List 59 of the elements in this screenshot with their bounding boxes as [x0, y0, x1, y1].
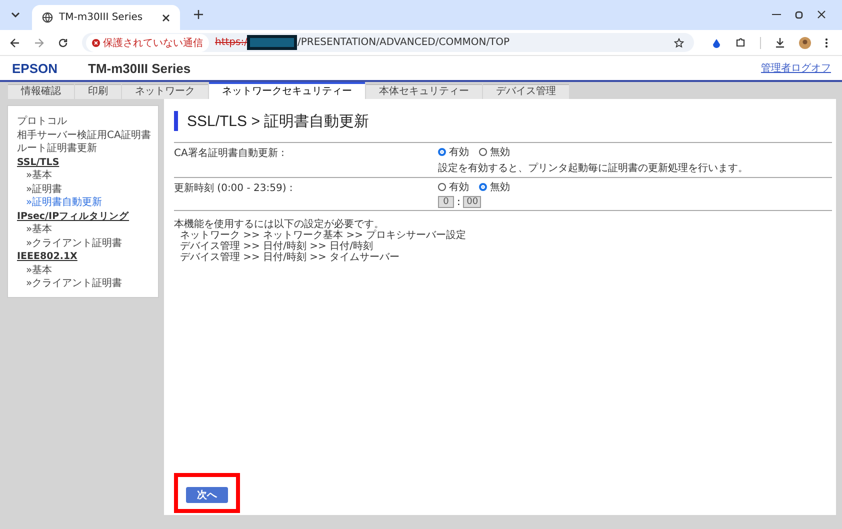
- forward-icon[interactable]: [34, 38, 44, 48]
- sidebar-heading[interactable]: IEEE802.1X: [17, 250, 158, 264]
- sidebar-link[interactable]: »クライアント証明書: [17, 277, 158, 290]
- sidebar-link[interactable]: »基本: [17, 169, 158, 182]
- nav-tab[interactable]: 印刷: [75, 84, 121, 99]
- sidebar-link[interactable]: »基本: [17, 264, 158, 277]
- time-separator: :: [457, 196, 460, 208]
- sidebar-link[interactable]: プロトコル: [17, 115, 158, 128]
- requirement-text: ネットワーク >> ネットワーク基本 >> プロキシサーバー設定: [179, 230, 468, 241]
- requirement-text: 本機能を使用するには以下の設定が必要です。: [174, 219, 385, 230]
- next-button[interactable]: 次へ: [186, 487, 228, 503]
- menu-icon[interactable]: [825, 38, 828, 48]
- download-icon[interactable]: [775, 38, 785, 48]
- globe-icon: [42, 12, 53, 23]
- close-icon[interactable]: [162, 14, 170, 22]
- sidebar-heading[interactable]: SSL/TLS: [17, 156, 158, 169]
- reload-icon[interactable]: [58, 38, 68, 48]
- star-icon[interactable]: [674, 38, 684, 48]
- sidebar-link[interactable]: »クライアント証明書: [17, 236, 158, 250]
- chevron-down-icon[interactable]: [11, 12, 20, 18]
- nav-tab[interactable]: 本体セキュリティー: [366, 84, 482, 99]
- url-scheme: https:/: [215, 37, 248, 48]
- page-title: SSL/TLS > 証明書自動更新: [187, 112, 370, 130]
- radio-option[interactable]: 有効: [438, 180, 469, 194]
- sidebar-link[interactable]: 相手サーバー検証用CA証明書: [17, 128, 158, 142]
- setting-label: 更新時刻 (0:00 - 23:59) :: [174, 182, 294, 196]
- url-text: /PRESENTATION/ADVANCED/COMMON/TOP: [297, 37, 510, 48]
- setting-label: CA署名証明書自動更新 :: [174, 146, 286, 161]
- sidebar-heading[interactable]: IPsec/IPフィルタリング: [17, 210, 158, 223]
- nav-tab[interactable]: 情報確認: [8, 84, 74, 99]
- radio-option[interactable]: 無効: [479, 180, 510, 194]
- radio-option[interactable]: 無効: [479, 145, 510, 159]
- avatar-icon[interactable]: [799, 36, 811, 48]
- sidebar-link[interactable]: »証明書: [17, 182, 158, 196]
- address-bar[interactable]: 保護されていない通信 https:/ /PRESENTATION/ADVANCED/COMMON/TOP: [82, 33, 694, 52]
- sidebar-link[interactable]: »証明書自動更新: [17, 196, 158, 210]
- sidebar-link[interactable]: ルート証明書更新: [17, 142, 158, 156]
- security-chip[interactable]: 保護されていない通信: [86, 34, 209, 52]
- requirement-text: デバイス管理 >> 日付/時刻 >> タイムサーバー: [179, 252, 401, 263]
- warning-icon: [92, 38, 100, 46]
- sidebar-link[interactable]: »基本: [17, 223, 158, 236]
- nav-tab[interactable]: デバイス管理: [483, 84, 569, 99]
- printer-title: TM-m30III Series: [88, 60, 191, 76]
- brand-logo: EPSON: [12, 60, 59, 76]
- close-icon[interactable]: [817, 10, 826, 19]
- restore-icon[interactable]: [795, 11, 803, 19]
- setting-note: 設定を有効すると、プリンタ起動毎に証明書の更新処理を行います。: [438, 162, 748, 175]
- radio-option[interactable]: 有効: [438, 145, 469, 159]
- browser-tab[interactable]: TM-m30III Series: [32, 5, 180, 30]
- nav-tab[interactable]: ネットワーク: [122, 84, 208, 99]
- security-label: 保護されていない通信: [103, 36, 203, 50]
- drop-icon[interactable]: [712, 38, 721, 48]
- requirement-text: デバイス管理 >> 日付/時刻 >> 日付/時刻: [179, 241, 374, 252]
- logoff-link[interactable]: 管理者ログオフ: [761, 61, 831, 75]
- new-tab-icon[interactable]: [194, 10, 203, 19]
- redaction-box: [247, 35, 298, 50]
- nav-tab[interactable]: ネットワークセキュリティー: [209, 82, 365, 99]
- back-icon[interactable]: [10, 38, 20, 48]
- title-accent-bar: [174, 111, 178, 131]
